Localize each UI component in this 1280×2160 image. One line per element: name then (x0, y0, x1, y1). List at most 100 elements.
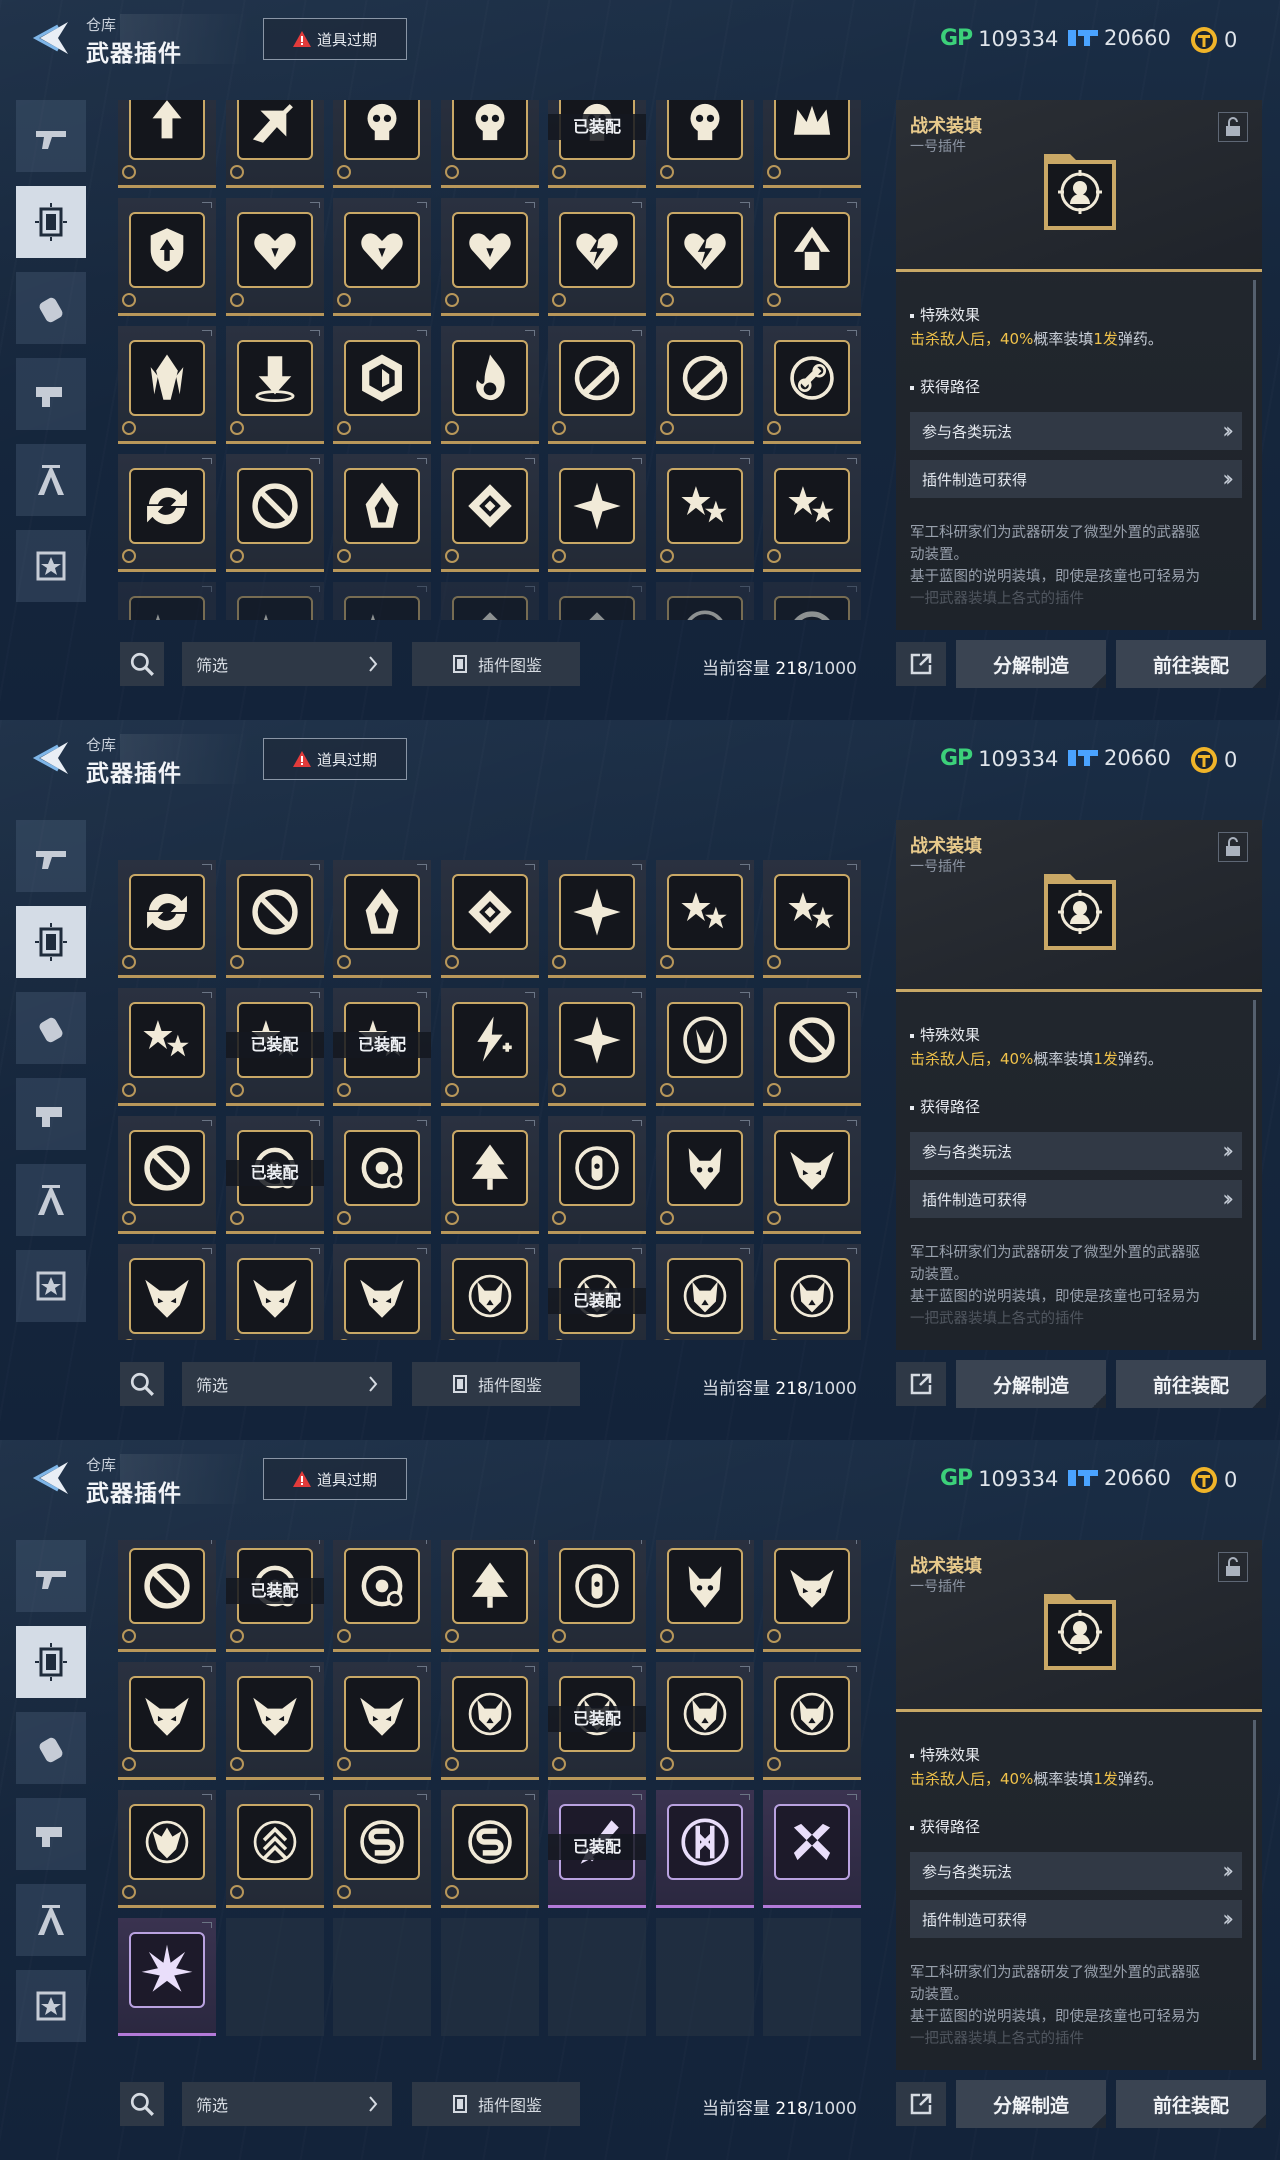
dismantle-button[interactable]: 分解制造 (956, 640, 1106, 688)
back-button[interactable] (28, 736, 74, 780)
plugin-codex-button[interactable]: 插件图鉴 (412, 642, 580, 686)
plugin-card[interactable] (225, 100, 324, 188)
plugin-card[interactable] (333, 1540, 431, 1652)
go-equip-button[interactable]: 前往装配 (1116, 640, 1266, 688)
share-button[interactable] (896, 2082, 946, 2126)
back-button[interactable] (28, 1456, 74, 1500)
back-button[interactable] (28, 16, 74, 60)
plugin-card[interactable] (225, 1244, 324, 1340)
plugin-card[interactable] (440, 1116, 539, 1234)
plugin-card[interactable]: 已装配 (225, 1116, 324, 1234)
plugin-card[interactable] (440, 582, 539, 620)
filter-button[interactable]: 筛选 (182, 1362, 392, 1406)
sidebar-tab-tool[interactable] (16, 1798, 86, 1870)
plugin-card[interactable] (333, 198, 431, 316)
plugin-card[interactable] (118, 454, 216, 572)
share-button[interactable] (896, 1362, 946, 1406)
path-gameplay-button[interactable]: 参与各类玩法 ›› (910, 1132, 1242, 1170)
lock-button[interactable] (1218, 112, 1248, 142)
lock-button[interactable] (1218, 832, 1248, 862)
plugin-card[interactable] (225, 454, 324, 572)
plugin-codex-button[interactable]: 插件图鉴 (412, 2082, 580, 2126)
sidebar-tab-tool[interactable] (16, 1078, 86, 1150)
plugin-card[interactable] (655, 860, 754, 978)
sidebar-tab-plugin[interactable] (16, 906, 86, 978)
plugin-card[interactable] (655, 198, 754, 316)
sidebar-tab-grenade[interactable] (16, 992, 86, 1064)
plugin-card[interactable] (763, 1790, 861, 1908)
sidebar-tab-plugin[interactable] (16, 186, 86, 258)
plugin-card[interactable] (118, 582, 216, 620)
plugin-card[interactable] (548, 582, 646, 620)
plugin-card[interactable] (440, 326, 539, 444)
plugin-card[interactable] (118, 198, 216, 316)
plugin-card[interactable] (225, 1662, 324, 1780)
sidebar-tab-badge[interactable] (16, 1970, 86, 2042)
plugin-card[interactable]: 已装配 (333, 582, 431, 620)
dismantle-button[interactable]: 分解制造 (956, 1360, 1106, 1408)
plugin-card[interactable] (763, 1116, 861, 1234)
plugin-card[interactable] (225, 860, 324, 978)
plugin-card[interactable] (548, 1116, 646, 1234)
plugin-card[interactable] (548, 1540, 646, 1652)
plugin-card[interactable] (118, 100, 216, 188)
plugin-card[interactable] (548, 860, 646, 978)
sidebar-tab-plugin[interactable] (16, 1626, 86, 1698)
plugin-card[interactable] (333, 1662, 431, 1780)
plugin-card[interactable] (655, 582, 754, 620)
path-craft-button[interactable]: 插件制造可获得 ›› (910, 1900, 1242, 1938)
plugin-card[interactable] (118, 1116, 216, 1234)
plugin-card[interactable] (440, 1790, 539, 1908)
lock-button[interactable] (1218, 1552, 1248, 1582)
plugin-card[interactable] (655, 1244, 754, 1340)
sidebar-tab-character[interactable] (16, 444, 86, 516)
go-equip-button[interactable]: 前往装配 (1116, 2080, 1266, 2128)
plugin-card[interactable] (655, 988, 754, 1106)
sidebar-tab-gun[interactable] (16, 100, 86, 172)
detail-scrollbar[interactable] (1253, 1720, 1256, 2060)
plugin-card[interactable] (225, 326, 324, 444)
plugin-card[interactable] (440, 988, 539, 1106)
plugin-card[interactable] (440, 860, 539, 978)
plugin-card[interactable] (548, 988, 646, 1106)
filter-button[interactable]: 筛选 (182, 642, 392, 686)
plugin-card[interactable] (333, 454, 431, 572)
plugin-card[interactable] (225, 1790, 324, 1908)
search-button[interactable] (120, 1362, 164, 1406)
path-gameplay-button[interactable]: 参与各类玩法 ›› (910, 1852, 1242, 1890)
go-equip-button[interactable]: 前往装配 (1116, 1360, 1266, 1408)
plugin-card[interactable] (763, 1540, 861, 1652)
search-button[interactable] (120, 2082, 164, 2126)
plugin-card[interactable]: 已装配 (225, 988, 324, 1106)
plugin-card[interactable] (118, 1244, 216, 1340)
plugin-card[interactable] (763, 454, 861, 572)
plugin-card[interactable] (118, 1918, 216, 2036)
dismantle-button[interactable]: 分解制造 (956, 2080, 1106, 2128)
plugin-card[interactable]: 已装配 (548, 1790, 646, 1908)
plugin-card[interactable] (763, 988, 861, 1106)
detail-scrollbar[interactable] (1253, 1000, 1256, 1340)
plugin-card[interactable] (655, 454, 754, 572)
plugin-card[interactable] (118, 860, 216, 978)
sidebar-tab-tool[interactable] (16, 358, 86, 430)
item-expired-button[interactable]: 道具过期 (263, 18, 407, 60)
plugin-card[interactable] (440, 1540, 539, 1652)
plugin-card[interactable] (655, 1116, 754, 1234)
plugin-card[interactable] (655, 326, 754, 444)
sidebar-tab-gun[interactable] (16, 820, 86, 892)
plugin-codex-button[interactable]: 插件图鉴 (412, 1362, 580, 1406)
plugin-card[interactable] (548, 326, 646, 444)
plugin-card[interactable] (118, 1790, 216, 1908)
plugin-card[interactable] (655, 1662, 754, 1780)
search-button[interactable] (120, 642, 164, 686)
plugin-card[interactable] (118, 1662, 216, 1780)
plugin-card[interactable] (333, 100, 431, 188)
plugin-card[interactable] (333, 1244, 431, 1340)
plugin-card[interactable] (655, 100, 754, 188)
path-craft-button[interactable]: 插件制造可获得 ›› (910, 1180, 1242, 1218)
sidebar-tab-grenade[interactable] (16, 272, 86, 344)
plugin-card[interactable] (763, 582, 861, 620)
sidebar-tab-character[interactable] (16, 1164, 86, 1236)
plugin-card[interactable] (440, 1662, 539, 1780)
plugin-card[interactable] (333, 326, 431, 444)
